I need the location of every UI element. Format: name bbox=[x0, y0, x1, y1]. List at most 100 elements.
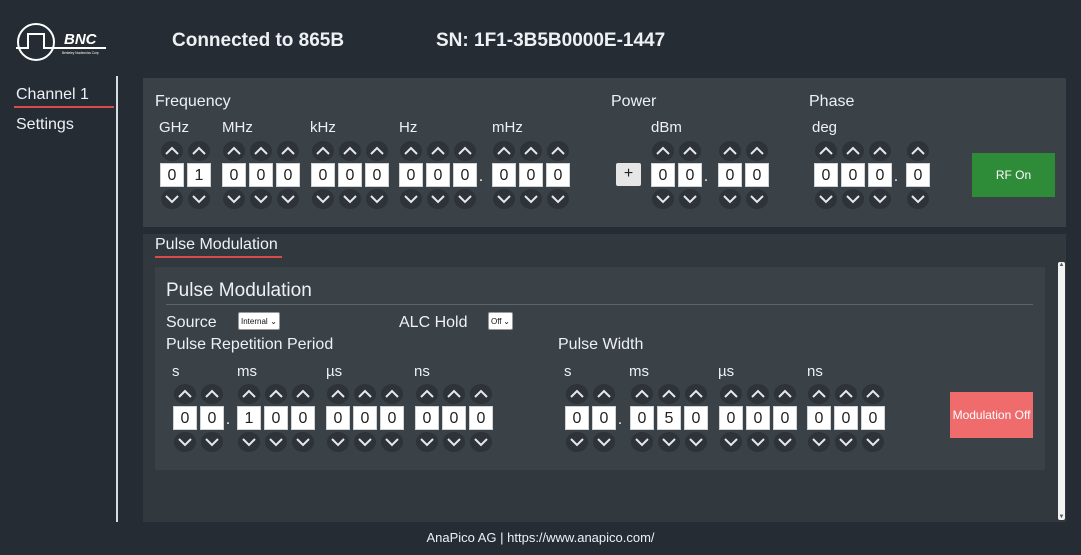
increment-chevron-up-icon[interactable] bbox=[842, 141, 864, 161]
prp-digit[interactable]: 0 bbox=[173, 406, 197, 430]
decrement-chevron-down-icon[interactable] bbox=[652, 189, 674, 209]
decrement-chevron-down-icon[interactable] bbox=[250, 189, 272, 209]
increment-chevron-up-icon[interactable] bbox=[869, 141, 891, 161]
decrement-chevron-down-icon[interactable] bbox=[869, 189, 891, 209]
decrement-chevron-down-icon[interactable] bbox=[223, 189, 245, 209]
decrement-chevron-down-icon[interactable] bbox=[174, 432, 196, 452]
increment-chevron-up-icon[interactable] bbox=[381, 384, 403, 404]
increment-chevron-up-icon[interactable] bbox=[443, 384, 465, 404]
decrement-chevron-down-icon[interactable] bbox=[443, 432, 465, 452]
power-sign-button[interactable]: + bbox=[616, 163, 641, 186]
increment-chevron-up-icon[interactable] bbox=[862, 384, 884, 404]
increment-chevron-up-icon[interactable] bbox=[746, 141, 768, 161]
decrement-chevron-down-icon[interactable] bbox=[339, 189, 361, 209]
increment-chevron-up-icon[interactable] bbox=[720, 384, 742, 404]
sidebar-item-settings[interactable]: Settings bbox=[16, 116, 74, 134]
scroll-down-icon[interactable]: ▼ bbox=[1058, 514, 1065, 520]
increment-chevron-up-icon[interactable] bbox=[658, 384, 680, 404]
phase-digit[interactable]: 0 bbox=[814, 163, 838, 187]
pulse-width-digit[interactable]: 0 bbox=[719, 406, 743, 430]
increment-chevron-up-icon[interactable] bbox=[774, 384, 796, 404]
tab-pulse-modulation[interactable]: Pulse Modulation bbox=[155, 236, 278, 254]
frequency-digit[interactable]: 0 bbox=[276, 163, 300, 187]
increment-chevron-up-icon[interactable] bbox=[679, 141, 701, 161]
source-select[interactable]: Internal ⌄ bbox=[238, 312, 280, 330]
increment-chevron-up-icon[interactable] bbox=[566, 384, 588, 404]
frequency-digit[interactable]: 0 bbox=[222, 163, 246, 187]
increment-chevron-up-icon[interactable] bbox=[292, 384, 314, 404]
increment-chevron-up-icon[interactable] bbox=[808, 384, 830, 404]
pulse-width-digit[interactable]: 0 bbox=[834, 406, 858, 430]
pulse-width-digit[interactable]: 0 bbox=[773, 406, 797, 430]
frequency-digit[interactable]: 0 bbox=[453, 163, 477, 187]
decrement-chevron-down-icon[interactable] bbox=[720, 432, 742, 452]
decrement-chevron-down-icon[interactable] bbox=[381, 432, 403, 452]
prp-digit[interactable]: 0 bbox=[264, 406, 288, 430]
pulse-width-digit[interactable]: 5 bbox=[657, 406, 681, 430]
rf-on-button[interactable]: RF On bbox=[972, 153, 1055, 197]
decrement-chevron-down-icon[interactable] bbox=[907, 189, 929, 209]
pulse-width-digit[interactable]: 0 bbox=[746, 406, 770, 430]
power-digit[interactable]: 0 bbox=[651, 163, 675, 187]
prp-digit[interactable]: 0 bbox=[442, 406, 466, 430]
prp-digit[interactable]: 0 bbox=[380, 406, 404, 430]
frequency-digit[interactable]: 0 bbox=[311, 163, 335, 187]
increment-chevron-up-icon[interactable] bbox=[427, 141, 449, 161]
decrement-chevron-down-icon[interactable] bbox=[427, 189, 449, 209]
frequency-digit[interactable]: 1 bbox=[187, 163, 211, 187]
increment-chevron-up-icon[interactable] bbox=[835, 384, 857, 404]
decrement-chevron-down-icon[interactable] bbox=[679, 189, 701, 209]
frequency-digit[interactable]: 0 bbox=[492, 163, 516, 187]
increment-chevron-up-icon[interactable] bbox=[366, 141, 388, 161]
phase-digit[interactable]: 0 bbox=[906, 163, 930, 187]
decrement-chevron-down-icon[interactable] bbox=[238, 432, 260, 452]
increment-chevron-up-icon[interactable] bbox=[454, 141, 476, 161]
decrement-chevron-down-icon[interactable] bbox=[835, 432, 857, 452]
increment-chevron-up-icon[interactable] bbox=[339, 141, 361, 161]
decrement-chevron-down-icon[interactable] bbox=[265, 432, 287, 452]
increment-chevron-up-icon[interactable] bbox=[327, 384, 349, 404]
increment-chevron-up-icon[interactable] bbox=[719, 141, 741, 161]
decrement-chevron-down-icon[interactable] bbox=[493, 189, 515, 209]
power-digit[interactable]: 0 bbox=[718, 163, 742, 187]
decrement-chevron-down-icon[interactable] bbox=[862, 432, 884, 452]
pulse-width-digit[interactable]: 0 bbox=[684, 406, 708, 430]
frequency-digit[interactable]: 0 bbox=[338, 163, 362, 187]
increment-chevron-up-icon[interactable] bbox=[493, 141, 515, 161]
increment-chevron-up-icon[interactable] bbox=[747, 384, 769, 404]
decrement-chevron-down-icon[interactable] bbox=[312, 189, 334, 209]
increment-chevron-up-icon[interactable] bbox=[201, 384, 223, 404]
increment-chevron-up-icon[interactable] bbox=[400, 141, 422, 161]
decrement-chevron-down-icon[interactable] bbox=[292, 432, 314, 452]
pulse-width-digit[interactable]: 0 bbox=[630, 406, 654, 430]
decrement-chevron-down-icon[interactable] bbox=[842, 189, 864, 209]
prp-digit[interactable]: 0 bbox=[200, 406, 224, 430]
frequency-digit[interactable]: 0 bbox=[249, 163, 273, 187]
decrement-chevron-down-icon[interactable] bbox=[188, 189, 210, 209]
decrement-chevron-down-icon[interactable] bbox=[161, 189, 183, 209]
increment-chevron-up-icon[interactable] bbox=[685, 384, 707, 404]
increment-chevron-up-icon[interactable] bbox=[238, 384, 260, 404]
power-digit[interactable]: 0 bbox=[745, 163, 769, 187]
phase-digit[interactable]: 0 bbox=[868, 163, 892, 187]
increment-chevron-up-icon[interactable] bbox=[277, 141, 299, 161]
increment-chevron-up-icon[interactable] bbox=[593, 384, 615, 404]
decrement-chevron-down-icon[interactable] bbox=[774, 432, 796, 452]
decrement-chevron-down-icon[interactable] bbox=[593, 432, 615, 452]
decrement-chevron-down-icon[interactable] bbox=[746, 189, 768, 209]
decrement-chevron-down-icon[interactable] bbox=[658, 432, 680, 452]
increment-chevron-up-icon[interactable] bbox=[223, 141, 245, 161]
pulse-width-digit[interactable]: 0 bbox=[861, 406, 885, 430]
frequency-digit[interactable]: 0 bbox=[365, 163, 389, 187]
decrement-chevron-down-icon[interactable] bbox=[547, 189, 569, 209]
increment-chevron-up-icon[interactable] bbox=[174, 384, 196, 404]
pulse-width-digit[interactable]: 0 bbox=[807, 406, 831, 430]
increment-chevron-up-icon[interactable] bbox=[520, 141, 542, 161]
increment-chevron-up-icon[interactable] bbox=[652, 141, 674, 161]
decrement-chevron-down-icon[interactable] bbox=[277, 189, 299, 209]
decrement-chevron-down-icon[interactable] bbox=[685, 432, 707, 452]
decrement-chevron-down-icon[interactable] bbox=[520, 189, 542, 209]
decrement-chevron-down-icon[interactable] bbox=[327, 432, 349, 452]
prp-digit[interactable]: 0 bbox=[415, 406, 439, 430]
prp-digit[interactable]: 0 bbox=[326, 406, 350, 430]
